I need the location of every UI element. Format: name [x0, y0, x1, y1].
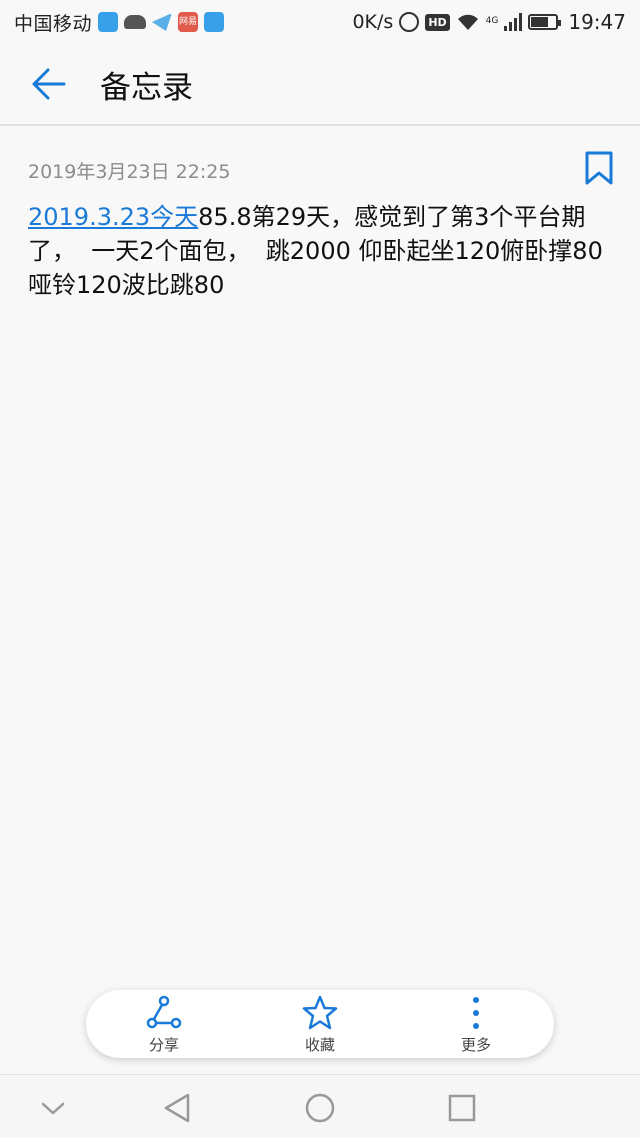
net-speed: 0K/s: [352, 11, 394, 33]
bookmark-button[interactable]: [584, 150, 618, 190]
notes-screen: 中国移动 网易 0K/s HD 4G 19:47 备忘录 2019年3月23日 …: [0, 0, 640, 1138]
status-bar: 中国移动 网易 0K/s HD 4G 19:47: [0, 0, 640, 44]
send-icon: [152, 13, 173, 31]
status-time: 19:47: [568, 10, 626, 34]
back-button[interactable]: [14, 43, 84, 125]
more-button[interactable]: 更多: [426, 994, 526, 1055]
back-triangle-icon[interactable]: [160, 1091, 194, 1125]
alarm-icon: [399, 12, 420, 32]
wifi-app-icon: [98, 12, 119, 32]
share-label: 分享: [148, 1035, 179, 1054]
news-app-icon: 网易: [178, 12, 199, 32]
note-body[interactable]: 2019.3.23今天85.8第29天，感觉到了第3个平台期了， 一天2个面包，…: [28, 200, 610, 302]
star-icon: [302, 995, 338, 1029]
note-content: 2019年3月23日 22:25 2019.3.23今天85.8第29天，感觉到…: [28, 146, 618, 302]
weather-icon: [124, 15, 147, 29]
wifi-app-icon: [204, 12, 225, 32]
system-nav-bar: [0, 1074, 640, 1138]
arrow-left-icon: [32, 68, 66, 100]
status-right: 0K/s HD 4G 19:47: [352, 10, 626, 34]
app-bar: 备忘录: [0, 44, 640, 126]
bookmark-icon: [585, 151, 613, 185]
battery-level: [531, 17, 549, 27]
hd-icon: HD: [425, 13, 450, 31]
favorite-button[interactable]: 收藏: [270, 994, 370, 1055]
more-label: 更多: [460, 1035, 491, 1054]
network-type: 4G: [485, 16, 499, 26]
wifi-icon: [457, 14, 478, 30]
favorite-label: 收藏: [304, 1035, 335, 1054]
signal-icon: [504, 13, 523, 31]
action-bar: 分享 收藏 更多: [86, 990, 554, 1058]
recents-square-icon[interactable]: [445, 1091, 479, 1125]
battery-icon: [528, 14, 562, 30]
home-circle-icon[interactable]: [303, 1091, 337, 1125]
page-title: 备忘录: [100, 69, 193, 106]
note-date: 2019年3月23日 22:25: [28, 161, 231, 183]
carrier-name: 中国移动: [14, 12, 93, 35]
share-icon: [146, 995, 182, 1028]
status-left: 中国移动 网易: [14, 9, 225, 36]
chevron-down-icon[interactable]: [36, 1091, 70, 1125]
date-link[interactable]: 2019.3.23今天: [28, 203, 198, 231]
more-vertical-icon: [473, 996, 479, 1029]
share-button[interactable]: 分享: [114, 994, 214, 1055]
